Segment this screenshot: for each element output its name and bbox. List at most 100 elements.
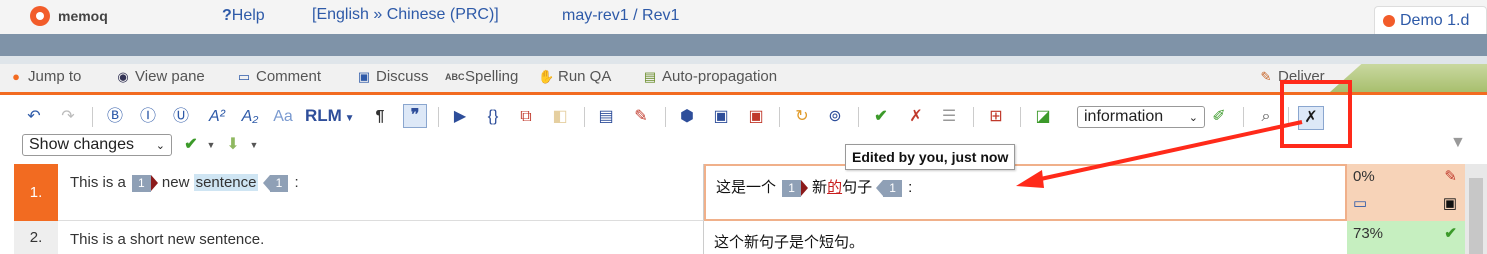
- change-tooltip: Edited by you, just now: [845, 144, 1016, 170]
- chevron-down-icon: ⌄: [1188, 111, 1198, 124]
- chevron-down-icon[interactable]: ▼: [200, 134, 222, 156]
- comment-button[interactable]: ▭ Comment: [236, 68, 321, 85]
- information-dropdown[interactable]: information ⌄: [1077, 106, 1205, 128]
- tag-icon[interactable]: ▶: [449, 106, 471, 128]
- superscript-icon[interactable]: A²: [206, 106, 228, 128]
- bold-icon[interactable]: Ⓑ: [104, 106, 126, 128]
- toolbar-separator: [1020, 107, 1021, 127]
- tracked-insertion: 的: [827, 179, 843, 196]
- copy-tags-icon[interactable]: ⧉: [515, 106, 537, 128]
- help-link[interactable]: ?Help: [222, 7, 265, 25]
- vertical-scrollbar[interactable]: [1465, 164, 1487, 254]
- close-tag[interactable]: 1: [269, 174, 289, 192]
- table-row: 1. This is a 1 new sentence 1 : 这是一个 1 新…: [14, 164, 1487, 221]
- open-tag[interactable]: 1: [132, 174, 151, 192]
- scrollbar-thumb[interactable]: [1469, 178, 1483, 254]
- close-tag[interactable]: 1: [883, 179, 902, 197]
- spelling-label: Spelling: [465, 68, 519, 85]
- subscript-icon[interactable]: A₂: [239, 106, 261, 128]
- toolbar-separator: [858, 107, 859, 127]
- row-number[interactable]: 1.: [14, 164, 58, 221]
- documents-icon[interactable]: ▣: [710, 106, 732, 128]
- row-number[interactable]: 2.: [14, 221, 58, 254]
- lock-icon[interactable]: ☰: [938, 106, 960, 128]
- search-icon[interactable]: ⌕: [1255, 106, 1277, 128]
- accept-change-icon[interactable]: ✔: [180, 134, 202, 156]
- status-cell: 0% ✎ ▭ ▣: [1347, 164, 1465, 221]
- toolbar-separator: [665, 107, 666, 127]
- table-row: 2. This is a short new sentence. 这个新句子是个…: [14, 221, 1487, 254]
- filter-icon[interactable]: ▼: [1450, 134, 1468, 152]
- change-case-icon[interactable]: Aa: [272, 106, 294, 128]
- app-name: memoq: [58, 8, 108, 24]
- memoq-logo-icon: [30, 6, 50, 26]
- comment-icon[interactable]: ▭: [1353, 194, 1367, 212]
- toolbar-separator: [779, 107, 780, 127]
- sync-icon[interactable]: ↻: [791, 106, 813, 128]
- tag-arrow-icon: [876, 180, 884, 197]
- auto-propagation-icon: ▤: [643, 68, 657, 84]
- italic-icon[interactable]: Ⓘ: [137, 106, 159, 128]
- chevron-down-icon[interactable]: ▼: [243, 134, 265, 156]
- target-cell[interactable]: 这是一个 1 新的句子 1 :: [704, 164, 1347, 221]
- run-qa-label: Run QA: [558, 68, 612, 85]
- help-icon: ?: [222, 7, 232, 24]
- show-changes-dropdown[interactable]: Show changes ⌄: [22, 134, 172, 156]
- source-cell[interactable]: This is a short new sentence.: [58, 221, 704, 254]
- tag-arrow-icon: [800, 180, 808, 197]
- undo-icon[interactable]: ↶: [23, 106, 45, 128]
- ribbon-spacer: [0, 56, 1487, 64]
- highlight-box: [1280, 80, 1352, 148]
- document-tab[interactable]: Demo 1.d: [1374, 6, 1487, 34]
- edited-pencil-icon: ✎: [1444, 168, 1457, 185]
- match-rate: 73%: [1353, 225, 1384, 242]
- notes-icon[interactable]: ▤: [595, 106, 617, 128]
- document-tab-icon: [1383, 14, 1395, 27]
- redo-icon[interactable]: ↷: [57, 106, 79, 128]
- show-changes-value: Show changes: [29, 136, 134, 153]
- toolbar-separator: [438, 107, 439, 127]
- pretranslate-icon[interactable]: ⬢: [676, 106, 698, 128]
- reject-change-icon[interactable]: ⬇: [222, 134, 244, 156]
- pilcrow-icon[interactable]: ¶: [369, 106, 391, 128]
- thumbs-up-icon: ✋: [538, 68, 555, 84]
- deliver-icon: ✎: [1260, 68, 1272, 84]
- auto-propagation-button[interactable]: ▤ Auto-propagation: [642, 68, 777, 85]
- tag-arrow-icon: [150, 175, 158, 192]
- memoq-logo: memoq: [30, 6, 108, 26]
- jump-to-icon: ●: [12, 68, 20, 84]
- reject-icon[interactable]: ▣: [745, 106, 767, 128]
- discussion-icon[interactable]: ▣: [1443, 194, 1457, 212]
- cancel-confirm-icon[interactable]: ✗: [905, 106, 927, 128]
- ribbon-band: [0, 34, 1487, 56]
- confirm-icon[interactable]: ✔: [870, 106, 892, 128]
- target-text: 这是一个: [716, 179, 777, 196]
- match-rate: 0%: [1353, 168, 1375, 185]
- highlighter-icon[interactable]: ✐: [1208, 106, 1230, 128]
- discuss-button[interactable]: ▣ Discuss: [356, 68, 429, 85]
- find-segments-icon[interactable]: ⊞: [985, 106, 1007, 128]
- jump-to-button[interactable]: ● Jump to: [8, 68, 81, 85]
- edit-notes-icon[interactable]: ✎: [630, 106, 652, 128]
- underline-icon[interactable]: Ⓤ: [170, 106, 192, 128]
- join-icon[interactable]: ⊚: [824, 106, 846, 128]
- run-qa-button[interactable]: ✋ Run QA: [538, 68, 611, 85]
- view-pane-button[interactable]: ◉ View pane: [115, 68, 204, 85]
- rlm-button[interactable]: RLM ▼: [305, 106, 355, 126]
- open-tag[interactable]: 1: [782, 179, 801, 197]
- spelling-button[interactable]: ABC Spelling: [445, 68, 518, 85]
- chevron-down-icon: ⌄: [155, 139, 165, 152]
- help-label: Help: [231, 7, 265, 24]
- target-cell[interactable]: 这个新句子是个短句。: [704, 221, 1347, 254]
- confirmed-icon: ✔: [1444, 225, 1457, 242]
- insert-tag-icon[interactable]: {}: [482, 106, 504, 128]
- source-text: new: [161, 174, 190, 191]
- clear-tags-icon[interactable]: ◧: [549, 106, 571, 128]
- title-bar: memoq ?Help [English » Chinese (PRC)] ma…: [0, 0, 1487, 34]
- toolbar-separator: [973, 107, 974, 127]
- source-cell[interactable]: This is a 1 new sentence 1 :: [58, 164, 704, 221]
- target-text: 新: [812, 179, 828, 196]
- source-text: :: [294, 174, 299, 191]
- add-note-icon[interactable]: ◪: [1032, 106, 1054, 128]
- quote-icon[interactable]: ❞: [403, 104, 427, 128]
